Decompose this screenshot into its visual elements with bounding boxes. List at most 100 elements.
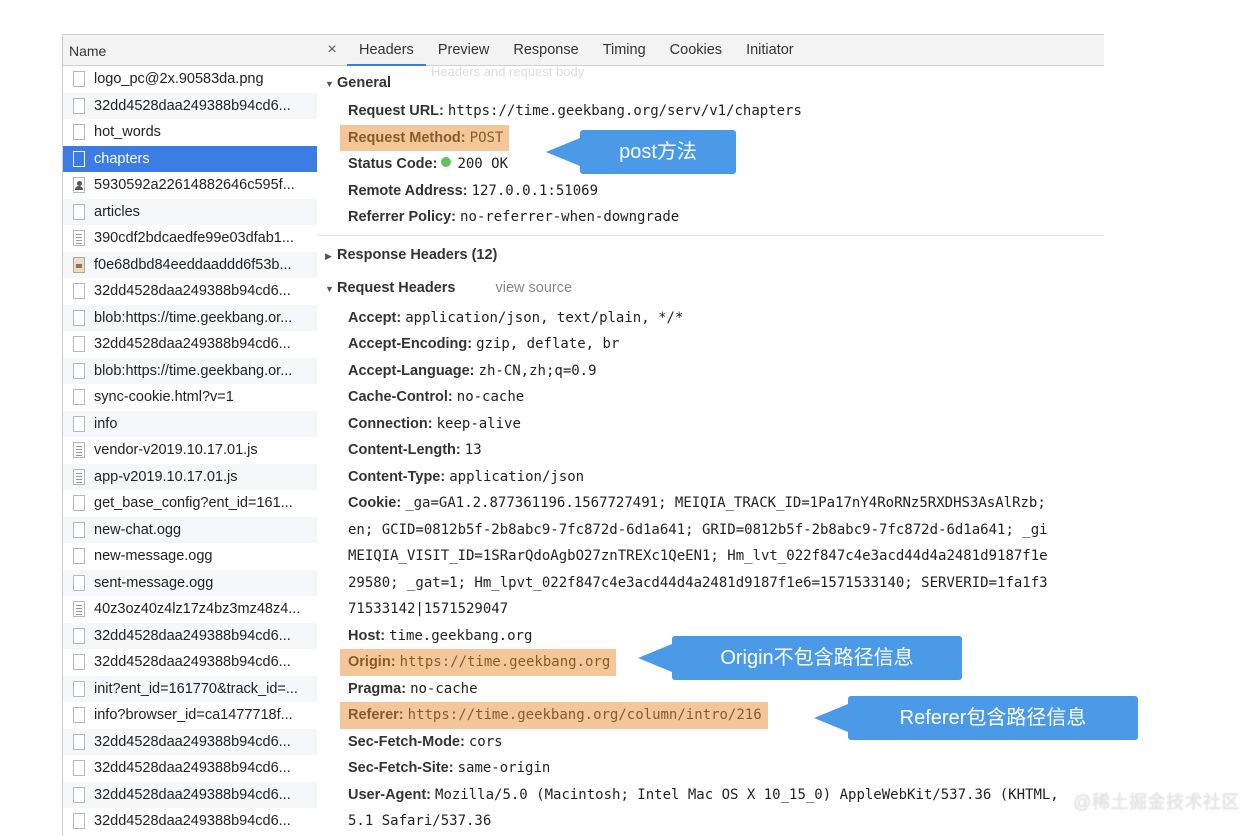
request-row[interactable]: 32dd4528daa249388b94cd6...	[63, 278, 317, 305]
request-row[interactable]: 32dd4528daa249388b94cd6...	[63, 331, 317, 358]
request-row[interactable]: new-chat.ogg	[63, 516, 317, 543]
tab-tooltip: Headers and request body	[431, 64, 585, 79]
response-headers-title: Response Headers (12)	[337, 246, 498, 263]
request-list: Name logo_pc@2x.90583da.png 32dd4528daa24…	[62, 34, 318, 836]
header-value: https://time.geekbang.org	[399, 654, 611, 670]
header-key: Referer:	[348, 707, 404, 723]
remote-address-row: Remote Address: 127.0.0.1:51069	[317, 178, 1104, 205]
request-row[interactable]: 32dd4528daa249388b94cd6...	[63, 728, 317, 755]
view-source-link[interactable]: view source	[496, 280, 573, 296]
tab-initiator[interactable]: Initiator	[734, 35, 806, 65]
request-row[interactable]: 32dd4528daa249388b94cd6...	[63, 92, 317, 119]
file-icon	[73, 680, 85, 697]
request-row[interactable]: blob:https://time.geekbang.or...	[63, 304, 317, 331]
header-key: Status Code:	[348, 156, 438, 172]
request-url-row: Request URL: https://time.geekbang.org/s…	[317, 98, 1104, 125]
request-name: info?browser_id=ca1477718f...	[94, 707, 293, 724]
header-value: https://time.geekbang.org/serv/v1/chapte…	[447, 103, 802, 119]
request-row[interactable]: sync-cookie.html?v=1	[63, 384, 317, 411]
request-row[interactable]: info	[63, 410, 317, 437]
header-key: Origin:	[348, 654, 396, 670]
request-row[interactable]: 32dd4528daa249388b94cd6...	[63, 781, 317, 808]
request-row[interactable]: vendor-v2019.10.17.01.js	[63, 437, 317, 464]
request-name: sync-cookie.html?v=1	[94, 389, 234, 406]
header-row-content-type: Content-Type: application/json	[317, 464, 1104, 491]
request-row[interactable]: 32dd4528daa249388b94cd6...	[63, 755, 317, 782]
triangle-right-icon: ▶	[325, 250, 332, 261]
tab-preview[interactable]: Preview	[426, 35, 502, 65]
name-column-header[interactable]: Name	[63, 34, 317, 66]
details-tabbar: × Headers Preview Response Timing Cookie…	[317, 34, 1104, 66]
request-row[interactable]: 32dd4528daa249388b94cd6...	[63, 622, 317, 649]
request-row[interactable]: 32dd4528daa249388b94cd6...	[63, 649, 317, 676]
request-row[interactable]: articles	[63, 198, 317, 225]
triangle-down-icon: ▼	[325, 79, 334, 89]
callout-post-method: post方法	[546, 130, 736, 174]
divider	[317, 234, 1104, 236]
header-value: 13	[464, 442, 482, 458]
file-icon	[73, 150, 85, 167]
file-icon	[73, 654, 85, 671]
header-row-accept-encoding: Accept-Encoding: gzip, deflate, br	[317, 331, 1104, 358]
request-name: 32dd4528daa249388b94cd6...	[94, 97, 291, 114]
file-icon	[73, 548, 85, 565]
file-icon	[73, 97, 85, 114]
request-row[interactable]: 5930592a22614882646c595f...	[63, 172, 317, 199]
highlight-box: Referer: https://time.geekbang.org/colum…	[340, 702, 768, 729]
request-row[interactable]: 390cdf2bdcaedfe99e03dfab1...	[63, 225, 317, 252]
tab-timing[interactable]: Timing	[591, 35, 658, 65]
request-name: 32dd4528daa249388b94cd6...	[94, 786, 291, 803]
header-value: application/json	[449, 468, 585, 485]
file-icon	[73, 309, 85, 326]
referrer-policy-row: Referrer Policy: no-referrer-when-downgr…	[317, 204, 1104, 231]
file-icon	[73, 813, 85, 830]
request-row[interactable]: 40z3oz40z4lz17z4bz3mz48z4...	[63, 596, 317, 623]
header-key: Content-Length:	[348, 442, 461, 458]
header-key: Accept-Encoding:	[348, 336, 473, 352]
header-key: Cache-Control:	[348, 389, 453, 405]
request-name: 40z3oz40z4lz17z4bz3mz48z4...	[94, 601, 301, 618]
file-icon	[73, 283, 85, 300]
request-name: new-message.ogg	[94, 548, 213, 565]
watermark: @稀土掘金技术社区	[1073, 792, 1240, 812]
header-value: cors	[468, 733, 503, 750]
highlight-box: Request Method: POST	[340, 124, 510, 151]
request-row[interactable]: logo_pc@2x.90583da.png	[63, 66, 317, 93]
request-row[interactable]: blob:https://time.geekbang.or...	[63, 357, 317, 384]
tab-response[interactable]: Response	[501, 35, 590, 65]
header-key: Accept:	[348, 309, 402, 326]
header-value: 127.0.0.1:51069	[471, 182, 598, 199]
header-row-content-length: Content-Length: 13	[317, 437, 1104, 464]
request-row[interactable]: sent-message.ogg	[63, 569, 317, 596]
request-row[interactable]: get_base_config?ent_id=161...	[63, 490, 317, 517]
header-value: time.geekbang.org	[389, 627, 533, 644]
header-key: Sec-Fetch-Site:	[348, 760, 454, 776]
request-row[interactable]: new-message.ogg	[63, 543, 317, 570]
request-row[interactable]: info?browser_id=ca1477718f...	[63, 702, 317, 729]
header-value: POST	[469, 129, 504, 146]
request-headers-title: Request Headers	[337, 279, 456, 296]
request-row[interactable]: chapters	[63, 145, 317, 172]
request-row[interactable]: hot_words	[63, 119, 317, 146]
request-row[interactable]: f0e68dbd84eeddaaddd6f53b...	[63, 251, 317, 278]
tab-cookies[interactable]: Cookies	[658, 35, 734, 65]
file-icon	[73, 707, 85, 724]
close-icon[interactable]: ×	[317, 35, 347, 65]
request-name: new-chat.ogg	[94, 521, 182, 538]
request-row[interactable]: 32dd4528daa249388b94cd6...	[63, 808, 317, 835]
request-headers-toggle[interactable]: ▼ Request Headers view source	[317, 275, 1104, 301]
response-headers-toggle[interactable]: ▶ Response Headers (12)	[317, 242, 1104, 268]
header-value: application/json, text/plain, */*	[405, 309, 684, 326]
request-row[interactable]: app-v2019.10.17.01.js	[63, 463, 317, 490]
request-row[interactable]: init?ent_id=161770&track_id=...	[63, 675, 317, 702]
request-name: 32dd4528daa249388b94cd6...	[94, 627, 291, 644]
request-rows: logo_pc@2x.90583da.png 32dd4528daa249388b…	[63, 66, 317, 835]
file-icon	[73, 71, 85, 88]
callout-origin: Origin不包含路径信息	[638, 636, 962, 680]
avatar-image-icon	[73, 177, 85, 194]
tab-headers[interactable]: Headers	[347, 35, 426, 66]
request-name: f0e68dbd84eeddaaddd6f53b...	[94, 256, 292, 273]
file-icon	[73, 203, 85, 220]
header-row-cache-control: Cache-Control: no-cache	[317, 384, 1104, 411]
request-name: blob:https://time.geekbang.or...	[94, 362, 293, 379]
